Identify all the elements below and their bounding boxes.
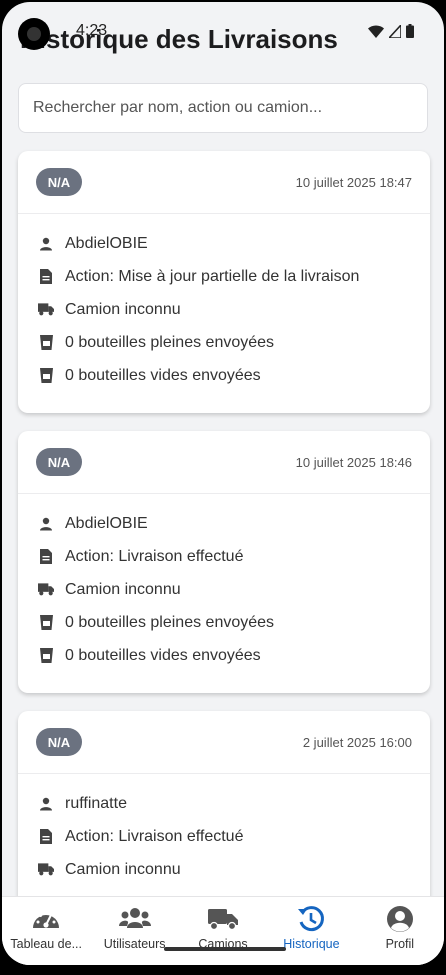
bottle-icon [38, 648, 54, 664]
status-icons [368, 24, 414, 38]
delivery-card[interactable]: N/A 10 juillet 2025 18:46 AbdielOBIE Act… [18, 431, 430, 693]
device-frame: 4:23 Historique des Livraisons N/A 10 ju… [0, 0, 446, 975]
person-icon [38, 516, 54, 532]
signal-icon [389, 24, 401, 38]
full-bottles-row: 0 bouteilles pleines envoyées [38, 606, 410, 639]
action-text: Action: Livraison effectué [65, 547, 244, 565]
battery-icon [406, 24, 414, 38]
action-text: Action: Livraison effectué [65, 827, 244, 845]
status-badge: N/A [36, 728, 82, 756]
history-icon [297, 905, 325, 933]
nav-item-users[interactable]: Utilisateurs [90, 897, 178, 965]
user-row: AbdielOBIE [38, 227, 410, 260]
nav-label: Utilisateurs [103, 937, 166, 951]
page-title: Historique des Livraisons [20, 24, 338, 54]
truck-row: Camion inconnu [38, 573, 410, 606]
empty-bottles-row: 0 bouteilles vides envoyées [38, 359, 410, 392]
nav-label: Profil [385, 937, 415, 951]
users-icon [118, 905, 151, 933]
delivery-card[interactable]: N/A 10 juillet 2025 18:47 AbdielOBIE Act… [18, 151, 430, 413]
nav-label: Historique [283, 937, 340, 951]
action-row: Action: Livraison effectué [38, 820, 410, 853]
document-icon [38, 269, 54, 285]
status-time: 4:23 [76, 22, 108, 39]
nav-label: Tableau de... [10, 937, 82, 951]
action-row: Action: Mise à jour partielle de la livr… [38, 260, 410, 293]
search-input[interactable] [18, 83, 428, 133]
bottle-icon [38, 615, 54, 631]
user-name: AbdielOBIE [65, 514, 148, 532]
truck-icon [38, 862, 54, 878]
full-bottles-text: 0 bouteilles pleines envoyées [65, 333, 275, 351]
empty-bottles-text: 0 bouteilles vides envoyées [65, 646, 261, 664]
card-header: N/A 2 juillet 2025 16:00 [18, 711, 430, 774]
document-icon [38, 549, 54, 565]
nav-item-profile[interactable]: Profil [356, 897, 444, 965]
bottom-nav: Tableau de... Utilisateurs Camions Histo… [2, 896, 444, 965]
home-indicator[interactable] [164, 947, 286, 951]
delivery-date: 2 juillet 2025 16:00 [302, 734, 412, 750]
empty-bottles-text: 0 bouteilles vides envoyées [65, 366, 261, 384]
empty-bottles-row: 0 bouteilles vides envoyées [38, 639, 410, 672]
status-badge: N/A [36, 448, 82, 476]
status-badge: N/A [36, 168, 82, 196]
full-bottles-row: 0 bouteilles pleines envoyées [38, 326, 410, 359]
bottle-icon [38, 368, 54, 384]
card-header: N/A 10 juillet 2025 18:46 [18, 431, 430, 494]
delivery-date: 10 juillet 2025 18:46 [295, 454, 412, 470]
delivery-list: N/A 10 juillet 2025 18:47 AbdielOBIE Act… [18, 151, 430, 965]
delivery-date: 10 juillet 2025 18:47 [295, 174, 412, 190]
wifi-icon [368, 24, 384, 38]
truck-text: Camion inconnu [65, 860, 181, 878]
truck-icon [208, 905, 239, 933]
action-row: Action: Livraison effectué [38, 540, 410, 573]
profile-icon [386, 905, 414, 933]
truck-icon [38, 582, 54, 598]
front-camera [18, 18, 50, 50]
user-row: AbdielOBIE [38, 507, 410, 540]
document-icon [38, 829, 54, 845]
nav-item-history[interactable]: Historique [267, 897, 355, 965]
bottle-icon [38, 335, 54, 351]
user-name: ruffinatte [65, 794, 127, 812]
nav-item-trucks[interactable]: Camions [179, 897, 267, 965]
action-text: Action: Mise à jour partielle de la livr… [65, 267, 360, 285]
truck-row: Camion inconnu [38, 853, 410, 886]
user-name: AbdielOBIE [65, 234, 148, 252]
person-icon [38, 796, 54, 812]
full-bottles-text: 0 bouteilles pleines envoyées [65, 613, 275, 631]
truck-text: Camion inconnu [65, 300, 181, 318]
truck-row: Camion inconnu [38, 293, 410, 326]
nav-item-dashboard[interactable]: Tableau de... [2, 897, 90, 965]
dashboard-gauge-icon [31, 905, 61, 933]
app-screen: 4:23 Historique des Livraisons N/A 10 ju… [2, 2, 444, 965]
card-header: N/A 10 juillet 2025 18:47 [18, 151, 430, 214]
truck-icon [38, 302, 54, 318]
truck-text: Camion inconnu [65, 580, 181, 598]
person-icon [38, 236, 54, 252]
user-row: ruffinatte [38, 787, 410, 820]
